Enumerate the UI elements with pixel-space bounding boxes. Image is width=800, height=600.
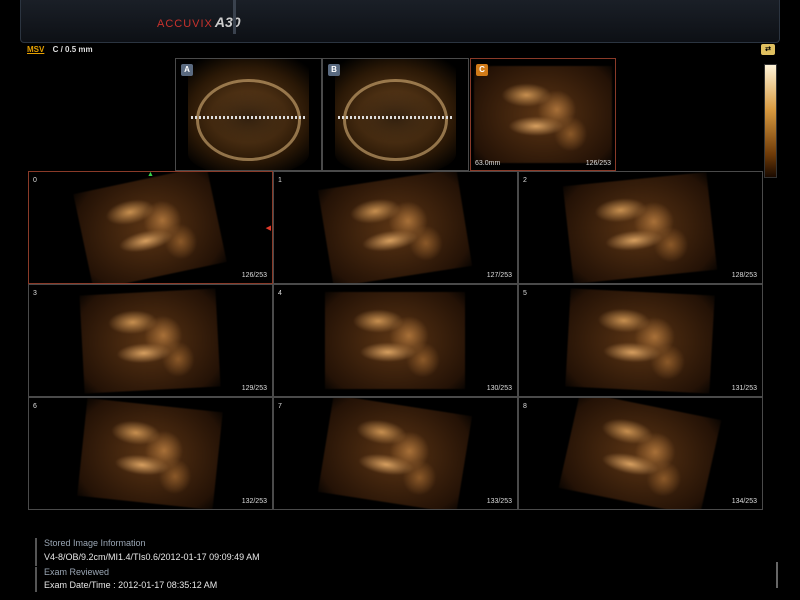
ultrasound-image bbox=[559, 398, 722, 509]
slice-position: 128/253 bbox=[731, 272, 757, 279]
brand-model: A30 bbox=[214, 14, 241, 30]
slice-view[interactable]: 7 133/253 bbox=[273, 397, 518, 510]
ultrasound-image bbox=[473, 65, 613, 164]
slice-position: 134/253 bbox=[731, 498, 757, 505]
slice-index: 7 bbox=[278, 403, 282, 410]
depth-readout: 63.0mm bbox=[475, 160, 501, 167]
exam-datetime: Exam Date/Time : 2012-01-17 08:35:12 AM bbox=[44, 580, 218, 590]
slice-position: 131/253 bbox=[731, 385, 757, 392]
stored-info-value: V4-8/OB/9.2cm/MI1.4/TIs0.6/2012-01-17 09… bbox=[44, 552, 260, 562]
brand-logo: ACCUVIX A30 bbox=[157, 14, 241, 30]
slice-position: 127/253 bbox=[486, 272, 512, 279]
ultrasound-image bbox=[565, 288, 716, 393]
slice-position: 132/253 bbox=[241, 498, 267, 505]
view-b-badge: B bbox=[328, 64, 340, 76]
ultrasound-image bbox=[318, 398, 473, 509]
top-bar: ACCUVIX A30 bbox=[0, 0, 800, 44]
gray-map-bar bbox=[764, 64, 777, 178]
info-separator bbox=[35, 567, 37, 592]
slice-position: 130/253 bbox=[486, 385, 512, 392]
slice-index: 8 bbox=[523, 403, 527, 410]
brand-name: ACCUVIX bbox=[157, 18, 213, 30]
exam-reviewed-heading: Exam Reviewed bbox=[44, 567, 110, 577]
top-panel bbox=[20, 0, 780, 43]
scroll-indicator[interactable] bbox=[776, 562, 778, 588]
slice-readout: 126/253 bbox=[585, 160, 611, 167]
view-c-badge: C bbox=[476, 64, 488, 76]
position-marker-icon: ▲ bbox=[147, 171, 154, 178]
reference-view-c[interactable]: C 63.0mm 126/253 bbox=[470, 58, 616, 171]
mode-label[interactable]: MSV bbox=[27, 45, 44, 54]
slice-index: 3 bbox=[33, 290, 37, 297]
slice-position: 133/253 bbox=[486, 498, 512, 505]
ultrasound-image bbox=[318, 172, 473, 283]
fetal-head-outline bbox=[196, 78, 301, 162]
view-a-badge: A bbox=[181, 64, 193, 76]
reference-view-a[interactable]: A bbox=[175, 58, 322, 171]
slice-view[interactable]: 4 130/253 bbox=[273, 284, 518, 397]
top-divider bbox=[233, 0, 236, 34]
slice-index: 2 bbox=[523, 177, 527, 184]
slice-position: 126/253 bbox=[241, 272, 267, 279]
slice-view[interactable]: 8 134/253 bbox=[518, 397, 763, 510]
slice-view[interactable]: 2 128/253 bbox=[518, 171, 763, 284]
ultrasound-image bbox=[73, 172, 228, 283]
probe-icon[interactable]: ⇄ bbox=[761, 44, 775, 55]
reference-view-b[interactable]: B bbox=[322, 58, 469, 171]
mode-indicator: MSV C / 0.5 mm bbox=[27, 45, 93, 54]
ultrasound-image bbox=[325, 291, 466, 390]
ultrasound-image bbox=[563, 172, 718, 283]
slice-index: 4 bbox=[278, 290, 282, 297]
slice-index: 6 bbox=[33, 403, 37, 410]
slice-thickness: C / 0.5 mm bbox=[52, 45, 93, 54]
slice-view[interactable]: 1 127/253 bbox=[273, 171, 518, 284]
ultrasound-image bbox=[79, 288, 222, 393]
slice-index: 1 bbox=[278, 177, 282, 184]
position-marker-icon: ◀ bbox=[265, 225, 271, 232]
fetal-head-outline bbox=[343, 78, 448, 162]
slice-view[interactable]: 6 132/253 bbox=[28, 397, 273, 510]
slice-line bbox=[190, 115, 307, 119]
slice-index: 5 bbox=[523, 290, 527, 297]
slice-index: 0 bbox=[33, 177, 37, 184]
slice-line bbox=[337, 115, 454, 119]
info-separator bbox=[35, 538, 37, 566]
slice-position: 129/253 bbox=[241, 385, 267, 392]
stored-info-heading: Stored Image Information bbox=[44, 538, 146, 548]
slice-view[interactable]: 0 126/253 ▲ ◀ bbox=[28, 171, 273, 284]
slice-view[interactable]: 3 129/253 bbox=[28, 284, 273, 397]
ultrasound-image bbox=[77, 398, 224, 509]
slice-view[interactable]: 5 131/253 bbox=[518, 284, 763, 397]
